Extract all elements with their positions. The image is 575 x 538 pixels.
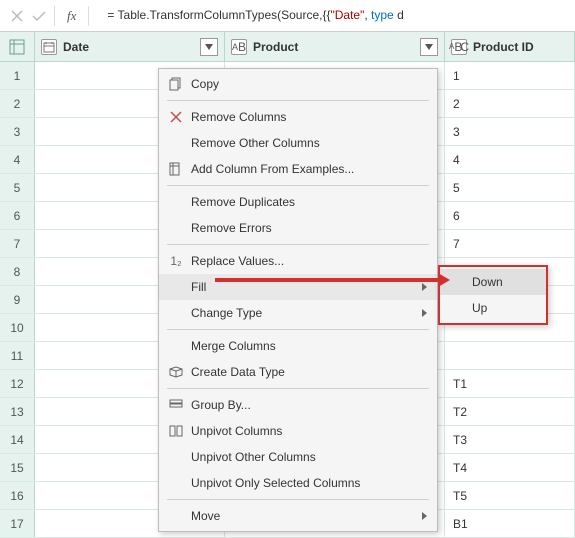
filter-dropdown-icon[interactable] bbox=[420, 38, 438, 56]
formula-input[interactable]: = Table.TransformColumnTypes(Source,{{"D… bbox=[99, 8, 575, 23]
menu-unpivot-columns[interactable]: Unpivot Columns bbox=[159, 418, 437, 444]
row-number[interactable]: 1 bbox=[0, 62, 35, 89]
row-number[interactable]: 16 bbox=[0, 482, 35, 509]
cell-product-id[interactable]: 5 bbox=[445, 174, 575, 201]
cell-product-id[interactable]: T5 bbox=[445, 482, 575, 509]
row-number[interactable]: 9 bbox=[0, 286, 35, 313]
column-header-date[interactable]: Date bbox=[35, 32, 225, 61]
remove-icon bbox=[165, 111, 187, 123]
row-number[interactable]: 2 bbox=[0, 90, 35, 117]
add-column-icon bbox=[165, 162, 187, 176]
row-number[interactable]: 8 bbox=[0, 258, 35, 285]
cell-product-id[interactable]: 2 bbox=[445, 90, 575, 117]
row-number[interactable]: 12 bbox=[0, 370, 35, 397]
menu-group-by[interactable]: Group By... bbox=[159, 392, 437, 418]
cell-product-id[interactable]: 4 bbox=[445, 146, 575, 173]
row-number[interactable]: 14 bbox=[0, 426, 35, 453]
cell-product-id[interactable]: T1 bbox=[445, 370, 575, 397]
menu-remove-duplicates[interactable]: Remove Duplicates bbox=[159, 189, 437, 215]
confirm-icon[interactable] bbox=[30, 7, 48, 25]
cell-product-id[interactable]: T3 bbox=[445, 426, 575, 453]
calendar-icon bbox=[41, 39, 57, 55]
fx-label: fx bbox=[61, 8, 82, 24]
cell-product-id[interactable]: 6 bbox=[445, 202, 575, 229]
text-type-icon: AB bbox=[231, 39, 247, 55]
row-number[interactable]: 11 bbox=[0, 342, 35, 369]
menu-unpivot-selected-columns[interactable]: Unpivot Only Selected Columns bbox=[159, 470, 437, 496]
copy-icon bbox=[165, 77, 187, 91]
annotation-arrow bbox=[215, 278, 440, 282]
menu-remove-columns[interactable]: Remove Columns bbox=[159, 104, 437, 130]
menu-remove-other-columns[interactable]: Remove Other Columns bbox=[159, 130, 437, 156]
column-header-product-id[interactable]: ABC Product ID bbox=[445, 32, 575, 61]
row-number[interactable]: 5 bbox=[0, 174, 35, 201]
select-all-corner[interactable] bbox=[0, 32, 35, 61]
chevron-right-icon bbox=[422, 309, 427, 317]
chevron-right-icon bbox=[422, 283, 427, 291]
menu-merge-columns[interactable]: Merge Columns bbox=[159, 333, 437, 359]
unpivot-icon bbox=[165, 425, 187, 437]
row-number[interactable]: 4 bbox=[0, 146, 35, 173]
formula-bar: fx = Table.TransformColumnTypes(Source,{… bbox=[0, 0, 575, 32]
column-header-product[interactable]: AB Product bbox=[225, 32, 445, 61]
cell-product-id[interactable]: T2 bbox=[445, 398, 575, 425]
cell-product-id[interactable]: T4 bbox=[445, 454, 575, 481]
menu-change-type[interactable]: Change Type bbox=[159, 300, 437, 326]
row-number[interactable]: 3 bbox=[0, 118, 35, 145]
menu-copy[interactable]: Copy bbox=[159, 71, 437, 97]
row-number[interactable]: 7 bbox=[0, 230, 35, 257]
cancel-icon[interactable] bbox=[8, 7, 26, 25]
row-number[interactable]: 15 bbox=[0, 454, 35, 481]
cell-product-id[interactable]: 1 bbox=[445, 62, 575, 89]
menu-unpivot-other-columns[interactable]: Unpivot Other Columns bbox=[159, 444, 437, 470]
cell-product-id[interactable]: 7 bbox=[445, 230, 575, 257]
filter-dropdown-icon[interactable] bbox=[200, 38, 218, 56]
row-number[interactable]: 10 bbox=[0, 314, 35, 341]
fill-submenu: Down Up bbox=[438, 265, 548, 325]
column-label: Product bbox=[253, 40, 420, 54]
text-type-icon: ABC bbox=[451, 39, 467, 55]
menu-add-column-examples[interactable]: Add Column From Examples... bbox=[159, 156, 437, 182]
cell-product-id[interactable]: 3 bbox=[445, 118, 575, 145]
column-label: Date bbox=[63, 40, 200, 54]
replace-icon: 1₂ bbox=[165, 254, 187, 268]
menu-replace-values[interactable]: 1₂ Replace Values... bbox=[159, 248, 437, 274]
data-type-icon bbox=[165, 366, 187, 378]
submenu-fill-down[interactable]: Down bbox=[440, 269, 546, 295]
context-menu: Copy Remove Columns Remove Other Columns… bbox=[158, 68, 438, 532]
menu-remove-errors[interactable]: Remove Errors bbox=[159, 215, 437, 241]
row-number[interactable]: 6 bbox=[0, 202, 35, 229]
cell-product-id[interactable] bbox=[445, 342, 575, 369]
row-number[interactable]: 13 bbox=[0, 398, 35, 425]
submenu-fill-up[interactable]: Up bbox=[440, 295, 546, 321]
column-label: Product ID bbox=[473, 40, 568, 54]
menu-move[interactable]: Move bbox=[159, 503, 437, 529]
group-icon bbox=[165, 399, 187, 411]
menu-create-data-type[interactable]: Create Data Type bbox=[159, 359, 437, 385]
chevron-right-icon bbox=[422, 512, 427, 520]
